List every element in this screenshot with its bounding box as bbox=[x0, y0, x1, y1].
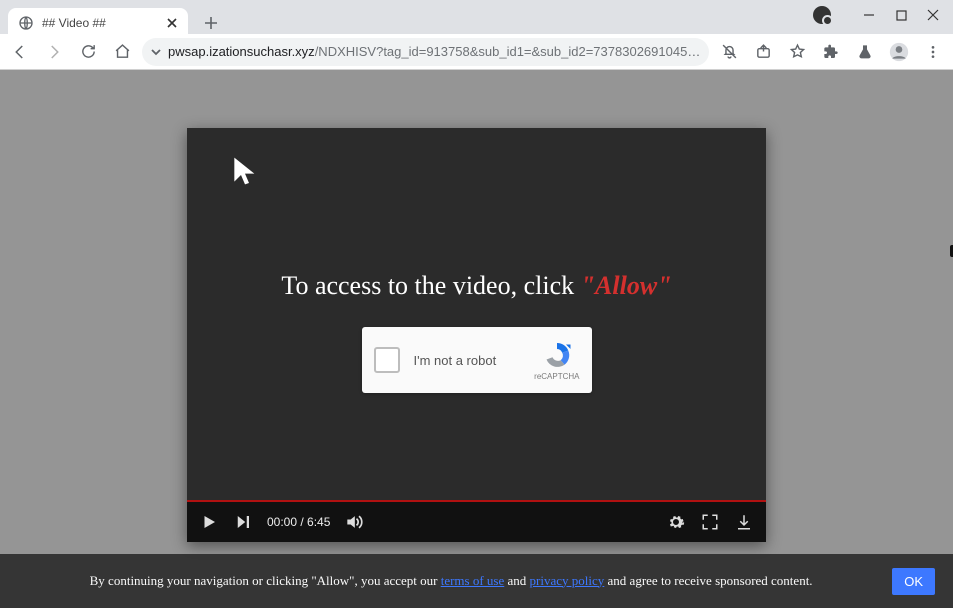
close-window-button[interactable] bbox=[917, 0, 949, 30]
menu-icon[interactable] bbox=[919, 38, 947, 66]
titlebar: ## Video ## bbox=[0, 0, 953, 34]
privacy-link[interactable]: privacy policy bbox=[530, 573, 605, 588]
video-controls: 00:00 / 6:45 bbox=[187, 502, 766, 542]
progress-bar[interactable] bbox=[187, 500, 766, 502]
close-icon[interactable] bbox=[166, 17, 178, 29]
access-prompt: To access to the video, click "Allow" bbox=[187, 271, 766, 301]
recaptcha-brand: reCAPTCHA bbox=[534, 372, 579, 381]
extensions-icon[interactable] bbox=[817, 38, 845, 66]
recaptcha-label: I'm not a robot bbox=[414, 353, 521, 368]
back-button[interactable] bbox=[6, 38, 34, 66]
share-icon[interactable] bbox=[749, 38, 777, 66]
recaptcha-box[interactable]: I'm not a robot reCAPTCHA bbox=[362, 327, 592, 393]
play-button[interactable] bbox=[199, 512, 219, 532]
consent-banner: By continuing your navigation or clickin… bbox=[0, 554, 953, 608]
url-text: pwsap.izationsuchasr.xyz/NDXHISV?tag_id=… bbox=[168, 44, 701, 59]
consent-text: By continuing your navigation or clickin… bbox=[18, 572, 892, 591]
maximize-button[interactable] bbox=[885, 0, 917, 30]
labs-icon[interactable] bbox=[851, 38, 879, 66]
account-badge-icon[interactable] bbox=[813, 6, 831, 24]
next-button[interactable] bbox=[233, 512, 253, 532]
tab-title: ## Video ## bbox=[42, 16, 158, 30]
settings-button[interactable] bbox=[666, 512, 686, 532]
recaptcha-checkbox[interactable] bbox=[374, 347, 400, 373]
window-controls bbox=[813, 0, 949, 30]
volume-button[interactable] bbox=[344, 512, 364, 532]
chevron-down-icon[interactable] bbox=[150, 46, 162, 58]
recaptcha-logo: reCAPTCHA bbox=[534, 340, 579, 381]
notifications-muted-icon[interactable] bbox=[715, 38, 743, 66]
fake-video-player: To access to the video, click "Allow" I'… bbox=[187, 128, 766, 542]
allow-word: "Allow" bbox=[581, 271, 672, 300]
home-button[interactable] bbox=[108, 38, 136, 66]
address-bar[interactable]: pwsap.izationsuchasr.xyz/NDXHISV?tag_id=… bbox=[142, 38, 709, 66]
new-tab-button[interactable] bbox=[198, 10, 224, 36]
fullscreen-button[interactable] bbox=[700, 512, 720, 532]
bookmark-star-icon[interactable] bbox=[783, 38, 811, 66]
download-button[interactable] bbox=[734, 512, 754, 532]
prompt-text: To access to the video, click bbox=[281, 271, 580, 300]
profile-icon[interactable] bbox=[885, 38, 913, 66]
forward-button[interactable] bbox=[40, 38, 68, 66]
page-viewport: To access to the video, click "Allow" I'… bbox=[0, 70, 953, 608]
cursor-icon bbox=[229, 154, 261, 188]
reload-button[interactable] bbox=[74, 38, 102, 66]
globe-icon bbox=[18, 15, 34, 31]
minimize-button[interactable] bbox=[853, 0, 885, 30]
ok-button[interactable]: OK bbox=[892, 568, 935, 595]
terms-link[interactable]: terms of use bbox=[441, 573, 505, 588]
browser-toolbar: pwsap.izationsuchasr.xyz/NDXHISV?tag_id=… bbox=[0, 34, 953, 70]
playback-time: 00:00 / 6:45 bbox=[267, 515, 330, 529]
browser-tab[interactable]: ## Video ## bbox=[8, 8, 188, 38]
